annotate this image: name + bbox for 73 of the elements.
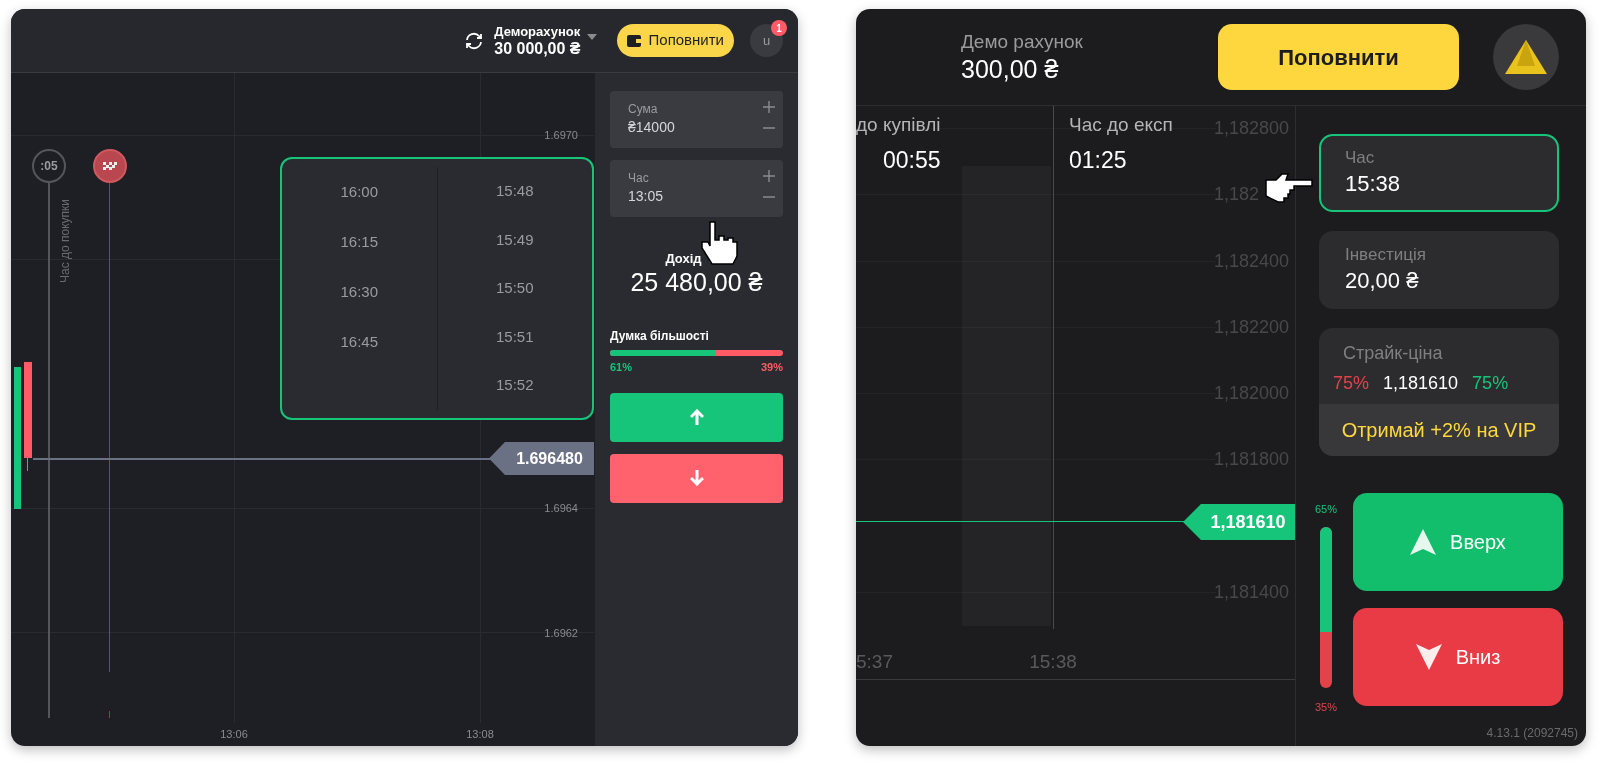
strike-label: Страйк-ціна [1342,342,1444,364]
account-label: Демо рахунок [961,30,1083,54]
axis-label: 13:06 [219,727,249,741]
timer-label: Час до експ [1069,113,1173,137]
down-percent: 39% [760,360,783,375]
down-button[interactable] [610,453,783,503]
account-label: Деморахунок [494,23,581,40]
timer-badge: :05 [32,149,66,183]
axis-label: 1.6964 [544,501,578,515]
time-option[interactable]: 16:45 [299,317,420,367]
account-balance: 30 000,00 ₴ [494,39,581,58]
input-field[interactable]: Час 15:38 [1319,134,1559,212]
time-option[interactable]: 16:30 [299,267,420,317]
input-field[interactable]: Сума ₴14000 [610,91,783,148]
checkered-flag-icon [103,162,117,170]
price-tag: 1.696480 [489,442,594,475]
input-field[interactable]: Час 13:05 [610,160,783,217]
caret-icon[interactable] [586,33,597,40]
field-label: Сума [628,102,658,117]
promo-banner: Отримай +2% на VIP [1319,404,1559,456]
time-option[interactable]: 15:52 [454,361,575,410]
income-label: Дохід [665,251,703,267]
timer-label: до купівлі [856,113,941,137]
time-option[interactable]: 16:00 [299,167,420,217]
avatar-letter[interactable]: u [762,30,771,51]
arrow-up-icon [689,409,704,425]
down-percent: 35% [1315,700,1337,714]
triangle-logo-icon [1505,40,1547,74]
price-tag: 1,181610 [1183,504,1295,540]
field-value: 15:38 [1345,170,1402,198]
timer-value: 01:25 [1069,146,1127,174]
field-label: Інвестиція [1345,244,1427,266]
plus-icon[interactable] [763,170,775,182]
income-value: 25 480,00 ₴ [630,267,763,297]
hand-cursor-icon [700,220,740,266]
up-percent: 61% [610,360,633,375]
field-label: Час [628,171,649,186]
version-label: 4.13.1 (2092745) [1486,725,1578,742]
up-button[interactable] [610,392,783,442]
arrow-down-icon [689,470,704,486]
time-option[interactable]: 15:51 [454,312,575,362]
time-option[interactable]: 15:50 [454,264,575,313]
field-label: Час [1345,147,1376,169]
deposit-button[interactable]: Поповнити [1218,24,1459,90]
account-balance: 300,00 ₴ [961,54,1060,84]
vertical-label: Час до покупки [58,198,72,285]
field-value: 20,00 ₴ [1345,267,1420,295]
timer-value: 00:55 [883,146,941,174]
field-value: 13:05 [628,187,664,206]
notification-badge: 1 [771,20,787,36]
strike-price: 1,181610 [1383,372,1459,394]
field-value: ₴14000 [628,118,675,137]
input-field[interactable]: Інвестиція 20,00 ₴ [1319,231,1559,309]
plus-icon[interactable] [763,101,775,113]
axis-label: 5:37 [856,651,893,673]
axis-label: 1.6962 [544,626,578,640]
axis-label: 15:38 [1028,651,1078,673]
up-percent: 65% [1315,502,1337,516]
time-option[interactable]: 16:15 [299,217,420,267]
axis-label: 13:08 [465,727,495,741]
down-button[interactable]: Вниз [1353,608,1563,706]
deposit-button[interactable]: Поповнити [616,24,734,57]
sync-icon[interactable] [464,30,485,51]
time-option[interactable]: 15:48 [454,167,575,216]
time-option[interactable]: 15:49 [454,215,575,265]
up-payout: 75% [1472,372,1509,394]
down-payout: 75% [1333,372,1370,394]
wallet-icon [626,34,641,47]
triangle-up-icon [1410,529,1437,555]
triangle-down-icon [1415,644,1442,670]
axis-label: 1.6970 [544,128,578,142]
majority-label: Думка більшості [610,329,710,344]
expiry-tick [109,711,110,718]
